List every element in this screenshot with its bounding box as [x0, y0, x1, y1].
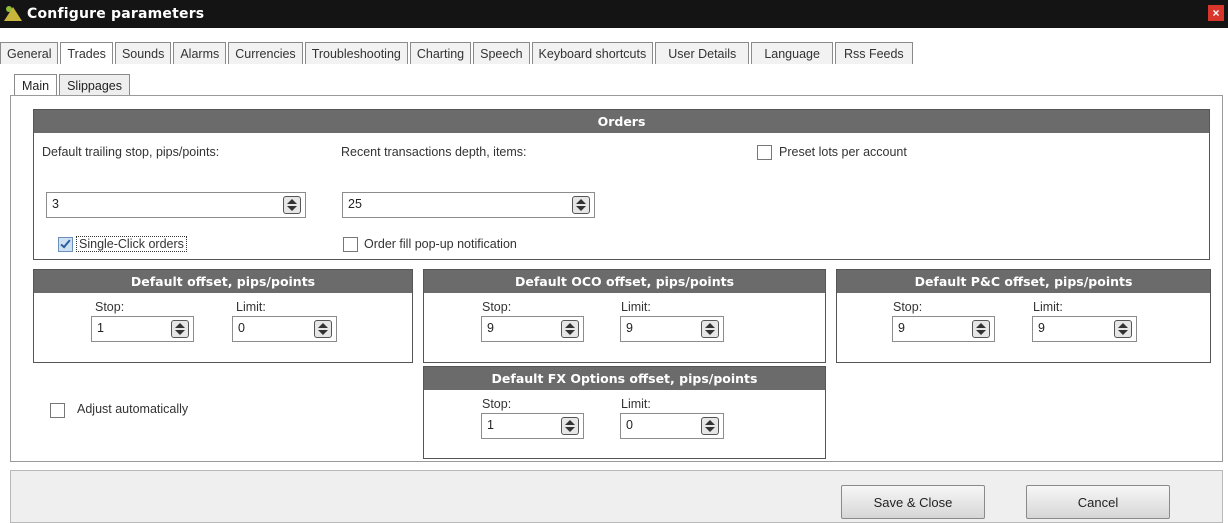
close-icon[interactable]: × [1208, 5, 1224, 21]
pc-offset-stop-spinner[interactable]: 9 [892, 316, 995, 342]
tab-trades[interactable]: Trades [60, 42, 113, 64]
spinner-arrows-icon[interactable] [283, 196, 301, 214]
oco-offset-stop-value: 9 [487, 321, 494, 335]
subtab-slippages[interactable]: Slippages [59, 74, 130, 96]
pc-offset-panel: Default P&C offset, pips/points Stop: 9 … [836, 269, 1211, 363]
tab-alarms[interactable]: Alarms [173, 42, 227, 64]
tab-troubleshooting[interactable]: Troubleshooting [304, 42, 408, 64]
pc-offset-limit-label: Limit: [1033, 300, 1063, 314]
subtab-main[interactable]: Main [14, 74, 58, 96]
order-fill-popup-checkbox[interactable] [343, 237, 358, 252]
fx-offset-limit-label: Limit: [621, 397, 651, 411]
transactions-depth-spinner[interactable]: 25 [342, 192, 595, 218]
spinner-arrows-icon[interactable] [561, 320, 579, 338]
main-tabs: General Trades Sounds Alarms Currencies … [0, 42, 915, 64]
tab-charting[interactable]: Charting [409, 42, 472, 64]
spinner-arrows-icon[interactable] [1114, 320, 1132, 338]
spinner-arrows-icon[interactable] [561, 417, 579, 435]
oco-offset-panel: Default OCO offset, pips/points Stop: 9 … [423, 269, 826, 363]
pc-offset-stop-value: 9 [898, 321, 905, 335]
default-offset-stop-value: 1 [97, 321, 104, 335]
fx-offset-stop-spinner[interactable]: 1 [481, 413, 584, 439]
spinner-arrows-icon[interactable] [171, 320, 189, 338]
trailing-stop-spinner[interactable]: 3 [46, 192, 306, 218]
default-offset-header: Default offset, pips/points [34, 270, 412, 293]
default-offset-stop-label: Stop: [95, 300, 125, 314]
tab-keyboard-shortcuts[interactable]: Keyboard shortcuts [531, 42, 654, 64]
fx-options-offset-header: Default FX Options offset, pips/points [424, 367, 825, 390]
transactions-depth-value: 25 [348, 197, 362, 211]
title-bar: Configure parameters × [0, 0, 1228, 28]
spinner-arrows-icon[interactable] [701, 417, 719, 435]
tab-rss-feeds[interactable]: Rss Feeds [834, 42, 913, 64]
fx-offset-limit-value: 0 [626, 418, 633, 432]
orders-panel: Orders Default trailing stop, pips/point… [33, 109, 1210, 260]
default-offset-limit-spinner[interactable]: 0 [232, 316, 337, 342]
tab-sounds[interactable]: Sounds [114, 42, 172, 64]
preset-lots-checkbox[interactable] [757, 145, 772, 160]
checkmark-icon [60, 237, 71, 249]
single-click-label: Single-Click orders [76, 236, 187, 252]
default-offset-panel: Default offset, pips/points Stop: 1 Limi… [33, 269, 413, 363]
default-offset-limit-label: Limit: [236, 300, 266, 314]
oco-offset-limit-spinner[interactable]: 9 [620, 316, 724, 342]
fx-offset-stop-value: 1 [487, 418, 494, 432]
pc-offset-header: Default P&C offset, pips/points [837, 270, 1210, 293]
oco-offset-stop-spinner[interactable]: 9 [481, 316, 584, 342]
oco-offset-header: Default OCO offset, pips/points [424, 270, 825, 293]
trailing-stop-label: Default trailing stop, pips/points: [42, 145, 220, 159]
adjust-automatically-label: Adjust automatically [77, 402, 189, 416]
oco-offset-limit-label: Limit: [621, 300, 651, 314]
trailing-stop-value: 3 [52, 197, 59, 211]
pc-offset-limit-spinner[interactable]: 9 [1032, 316, 1137, 342]
spinner-arrows-icon[interactable] [314, 320, 332, 338]
fx-offset-stop-label: Stop: [482, 397, 512, 411]
window-title: Configure parameters [27, 6, 205, 22]
fx-options-offset-panel: Default FX Options offset, pips/points S… [423, 366, 826, 459]
oco-offset-limit-value: 9 [626, 321, 633, 335]
app-logo-icon [3, 4, 23, 24]
tab-speech[interactable]: Speech [473, 42, 530, 64]
order-fill-popup-label: Order fill pop-up notification [364, 237, 517, 251]
dialog-footer: Save & Close Cancel [10, 470, 1223, 523]
pc-offset-limit-value: 9 [1038, 321, 1045, 335]
default-offset-limit-value: 0 [238, 321, 245, 335]
cancel-button[interactable]: Cancel [1026, 485, 1170, 519]
oco-offset-stop-label: Stop: [482, 300, 512, 314]
sub-tabs: Main Slippages [14, 74, 132, 96]
save-close-button[interactable]: Save & Close [841, 485, 985, 519]
default-offset-stop-spinner[interactable]: 1 [91, 316, 194, 342]
tab-language[interactable]: Language [751, 42, 833, 64]
tab-currencies[interactable]: Currencies [228, 42, 303, 64]
fx-offset-limit-spinner[interactable]: 0 [620, 413, 724, 439]
single-click-checkbox[interactable] [58, 237, 73, 252]
spinner-arrows-icon[interactable] [572, 196, 590, 214]
transactions-depth-label: Recent transactions depth, items: [341, 145, 527, 159]
orders-header: Orders [34, 110, 1209, 133]
spinner-arrows-icon[interactable] [701, 320, 719, 338]
tab-user-details[interactable]: User Details [655, 42, 750, 64]
preset-lots-label: Preset lots per account [779, 145, 907, 159]
adjust-automatically-checkbox[interactable] [50, 403, 65, 418]
content-area: Orders Default trailing stop, pips/point… [10, 95, 1223, 462]
spinner-arrows-icon[interactable] [972, 320, 990, 338]
pc-offset-stop-label: Stop: [893, 300, 923, 314]
tab-general[interactable]: General [0, 42, 59, 64]
